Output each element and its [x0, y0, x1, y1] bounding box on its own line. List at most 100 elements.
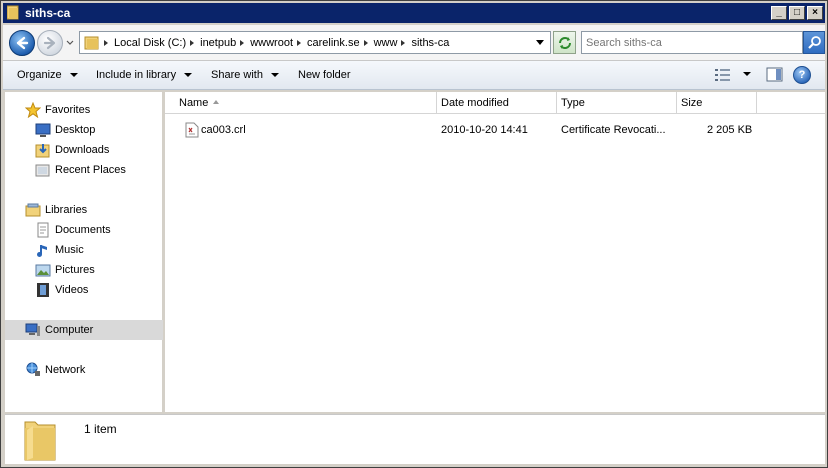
sidebar-item-downloads[interactable]: Downloads: [5, 140, 163, 160]
back-button[interactable]: [9, 30, 35, 56]
column-header-type[interactable]: Type: [557, 92, 677, 114]
search-box[interactable]: [581, 31, 803, 54]
breadcrumb-separator-icon[interactable]: [240, 40, 245, 46]
computer-icon: [25, 322, 41, 338]
sidebar-item-music[interactable]: Music: [5, 240, 163, 260]
organize-label: Organize: [17, 69, 62, 81]
sidebar-item-label: Music: [55, 244, 84, 256]
help-button[interactable]: ?: [793, 66, 811, 84]
sidebar-item-label: Recent Places: [55, 164, 126, 176]
organize-menu[interactable]: Organize: [17, 68, 78, 82]
refresh-icon: [559, 37, 571, 49]
column-header-label: Type: [561, 97, 585, 109]
sidebar-item-documents[interactable]: Documents: [5, 220, 163, 240]
breadcrumb-inetpub[interactable]: inetpub: [200, 37, 236, 49]
breadcrumb-separator-icon[interactable]: [104, 40, 108, 46]
forward-button[interactable]: [37, 30, 63, 56]
sidebar-item-label: Downloads: [55, 144, 110, 156]
view-options-chevron-icon[interactable]: [743, 72, 751, 76]
chevron-down-icon: [69, 73, 78, 77]
column-header-date-modified[interactable]: Date modified: [437, 92, 557, 114]
star-icon: [24, 101, 42, 119]
desktop-icon: [35, 122, 51, 138]
file-type: Certificate Revocati...: [561, 124, 666, 136]
column-header-label: Date modified: [441, 97, 509, 109]
sort-ascending-icon: [213, 100, 219, 104]
list-item[interactable]: ca003.crl 2010-10-20 14:41 Certificate R…: [175, 121, 815, 141]
search-input[interactable]: [586, 35, 796, 50]
breadcrumb-separator-icon[interactable]: [401, 40, 406, 46]
include-in-library-label: Include in library: [96, 69, 177, 81]
documents-icon: [35, 222, 51, 238]
address-bar[interactable]: Local Disk (C:) inetpub wwwroot carelink…: [79, 31, 551, 54]
navigation-pane: Favorites Desktop Downloads Recent Place…: [5, 92, 163, 412]
certificate-file-icon: [185, 122, 199, 138]
file-name: ca003.crl: [201, 124, 246, 136]
navigation-bar: Local Disk (C:) inetpub wwwroot carelink…: [3, 25, 825, 61]
breadcrumb-separator-icon[interactable]: [190, 40, 195, 46]
share-with-menu[interactable]: Share with: [211, 68, 279, 82]
column-header-size[interactable]: Size: [677, 92, 757, 114]
item-count: 1 item: [84, 422, 117, 436]
videos-icon: [35, 282, 51, 298]
pictures-icon: [35, 262, 51, 278]
details-pane: 1 item: [5, 414, 825, 464]
new-folder-label: New folder: [298, 69, 351, 81]
breadcrumb-separator-icon[interactable]: [363, 40, 368, 46]
folder-icon: [84, 35, 100, 51]
file-list: Name Date modified Type Size ca003.crl 2…: [165, 92, 825, 412]
breadcrumb-carelink[interactable]: carelink.se: [307, 37, 360, 49]
new-folder-button[interactable]: New folder: [298, 68, 351, 82]
column-header-name[interactable]: Name: [165, 92, 437, 114]
sidebar-item-videos[interactable]: Videos: [5, 280, 163, 300]
maximize-button[interactable]: □: [789, 6, 805, 20]
breadcrumb-siths-ca[interactable]: siths-ca: [411, 37, 449, 49]
sidebar-item-desktop[interactable]: Desktop: [5, 120, 163, 140]
share-with-label: Share with: [211, 69, 263, 81]
folder-icon: [6, 5, 19, 20]
folder-icon: [23, 418, 57, 462]
libraries-icon: [25, 202, 41, 218]
preview-pane-button[interactable]: [766, 67, 784, 83]
breadcrumb-local-disk[interactable]: Local Disk (C:): [114, 37, 186, 49]
sidebar-item-label: Documents: [55, 224, 111, 236]
sidebar-item-label: Favorites: [45, 104, 91, 116]
close-button[interactable]: ×: [807, 6, 823, 20]
music-icon: [35, 242, 51, 258]
preview-pane-icon: [766, 67, 783, 82]
breadcrumb-www[interactable]: www: [374, 37, 398, 49]
refresh-button[interactable]: [553, 31, 576, 54]
title-bar[interactable]: siths-ca _ □ ×: [3, 3, 825, 23]
details-view-icon: [715, 69, 730, 81]
sidebar-item-label: Pictures: [55, 264, 95, 276]
network-icon: [25, 362, 41, 378]
view-options-button[interactable]: [713, 67, 733, 83]
explorer-window: siths-ca _ □ × Local Disk (C:) inetpub w…: [0, 0, 828, 468]
recent-places-icon: [35, 162, 51, 178]
downloads-icon: [35, 142, 51, 158]
command-bar: Organize Include in library Share with N…: [3, 61, 825, 90]
chevron-down-icon: [184, 73, 193, 77]
recent-pages-chevron-icon[interactable]: [65, 38, 75, 48]
search-icon: [808, 36, 821, 49]
breadcrumb: Local Disk (C:) inetpub wwwroot carelink…: [104, 36, 449, 50]
file-date-modified: 2010-10-20 14:41: [441, 124, 528, 136]
column-header-label: Size: [681, 97, 703, 109]
include-in-library-menu[interactable]: Include in library: [96, 68, 193, 82]
sidebar-item-network[interactable]: Network: [5, 360, 163, 380]
sidebar-item-pictures[interactable]: Pictures: [5, 260, 163, 280]
sidebar-item-computer[interactable]: Computer: [5, 320, 163, 340]
chevron-down-icon: [270, 73, 279, 77]
sidebar-item-label: Videos: [55, 284, 89, 296]
breadcrumb-wwwroot[interactable]: wwwroot: [250, 37, 293, 49]
sidebar-item-label: Desktop: [55, 124, 96, 136]
address-history-dropdown-icon[interactable]: [536, 40, 544, 45]
breadcrumb-separator-icon[interactable]: [297, 40, 302, 46]
sidebar-item-favorites[interactable]: Favorites: [5, 100, 163, 120]
search-button[interactable]: [803, 31, 825, 54]
minimize-button[interactable]: _: [771, 6, 787, 20]
column-header-label: Name: [179, 97, 209, 109]
sidebar-item-libraries[interactable]: Libraries: [5, 200, 163, 220]
sidebar-item-recent-places[interactable]: Recent Places: [5, 160, 163, 180]
sidebar-item-label: Computer: [45, 324, 94, 336]
